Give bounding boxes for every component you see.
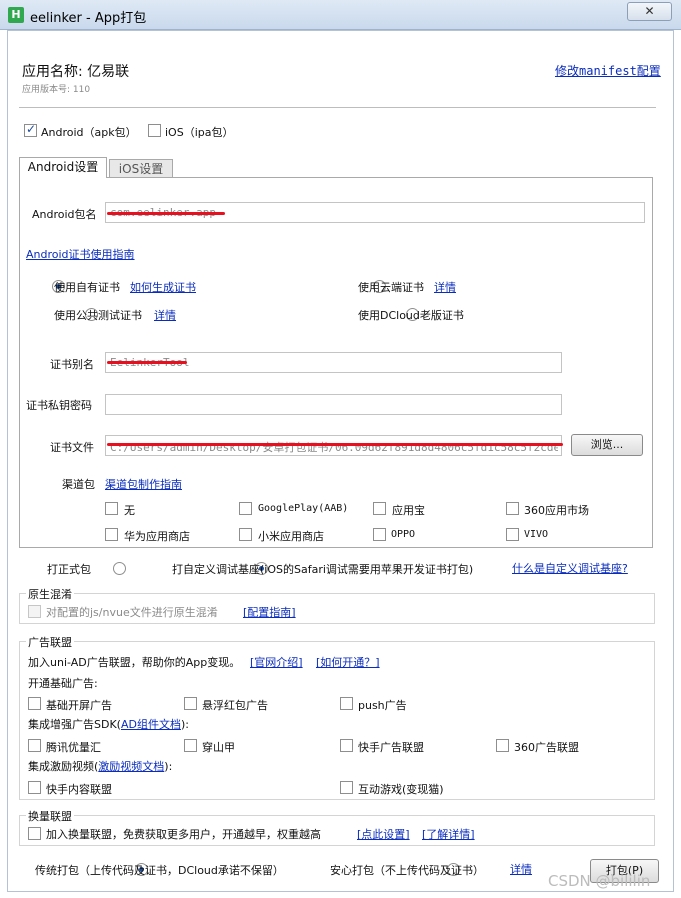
dcloud-old-cert-label: 使用DCloud老版证书 xyxy=(358,309,464,322)
tencent-ad-label: 腾讯优量汇 xyxy=(46,741,101,754)
channel-checkbox-xiaomi[interactable] xyxy=(239,528,252,541)
channel-label-huawei: 华为应用商店 xyxy=(124,530,190,543)
close-button[interactable]: ✕ xyxy=(627,2,672,21)
kuaishou-content-label: 快手内容联盟 xyxy=(46,783,112,796)
channel-guide-link[interactable]: 渠道包制作指南 xyxy=(105,476,182,492)
interactive-game-label: 互动游戏(变现猫) xyxy=(358,783,444,796)
cloud-cert-detail-link[interactable]: 详情 xyxy=(434,279,456,295)
push-ad-checkbox[interactable] xyxy=(340,697,353,710)
channel-label-vivo: VIVO xyxy=(524,529,549,540)
channel-checkbox-none[interactable] xyxy=(105,502,118,515)
enhanced-sdk-suffix: ): xyxy=(180,718,189,731)
ad-component-doc-link[interactable]: AD组件文档 xyxy=(121,718,181,731)
how-to-generate-cert-link[interactable]: 如何生成证书 xyxy=(130,279,196,295)
interactive-game-checkbox[interactable] xyxy=(340,781,353,794)
basic-ads-title: 开通基础广告: xyxy=(28,677,98,690)
android-checkbox[interactable] xyxy=(24,122,37,137)
secure-pack-label: 安心打包（不上传代码及证书） xyxy=(330,864,484,877)
cert-file-label: 证书文件 xyxy=(50,441,94,454)
package-name-label: Android包名 xyxy=(32,208,97,221)
pangle-ad-checkbox[interactable] xyxy=(184,739,197,752)
redaction-mark xyxy=(107,361,187,364)
channel-label-360: 360应用市场 xyxy=(524,504,589,517)
enhanced-sdk-title: 集成增强广告SDK(AD组件文档): xyxy=(28,716,189,732)
what-is-custom-debug-link[interactable]: 什么是自定义调试基座? xyxy=(512,560,628,576)
exchange-settings-link[interactable]: [点此设置] xyxy=(357,826,410,842)
channel-checkbox-oppo[interactable] xyxy=(373,528,386,541)
channel-label-yingyongbao: 应用宝 xyxy=(392,504,425,517)
traditional-pack-label: 传统打包（上传代码及证书，DCloud承诺不保留） xyxy=(35,864,284,877)
channel-label-oppo: OPPO xyxy=(391,529,416,540)
secure-pack-detail-link[interactable]: 详情 xyxy=(510,861,532,877)
float-redpack-checkbox[interactable] xyxy=(184,697,197,710)
kuaishou-content-checkbox[interactable] xyxy=(28,781,41,794)
exchange-details-link[interactable]: [了解详情] xyxy=(422,826,475,842)
channel-checkbox-360[interactable] xyxy=(506,502,519,515)
exchange-alliance-checkbox[interactable] xyxy=(28,827,41,840)
browse-button[interactable]: 浏览... xyxy=(571,434,643,456)
redaction-mark xyxy=(107,443,563,446)
app-version: 应用版本号: 110 xyxy=(22,85,91,95)
exchange-alliance-title: 换量联盟 xyxy=(26,808,74,824)
obfuscation-title: 原生混淆 xyxy=(26,586,74,602)
channel-checkbox-vivo[interactable] xyxy=(506,528,519,541)
release-build-label: 打正式包 xyxy=(47,563,91,576)
cert-alias-label: 证书别名 xyxy=(50,358,94,371)
reward-video-prefix: 集成激励视频( xyxy=(28,760,99,773)
enhanced-sdk-prefix: 集成增强广告SDK( xyxy=(28,718,121,731)
android-label: Android（apk包） xyxy=(41,126,137,139)
edit-manifest-link[interactable]: 修改manifest配置 xyxy=(555,62,661,79)
channel-label-xiaomi: 小米应用商店 xyxy=(258,530,324,543)
kuaishou-ad-label: 快手广告联盟 xyxy=(358,741,424,754)
channel-checkbox-googleplay[interactable] xyxy=(239,502,252,515)
float-redpack-label: 悬浮红包广告 xyxy=(202,699,268,712)
ad360-label: 360广告联盟 xyxy=(514,741,579,754)
public-test-cert-label: 使用公共测试证书 xyxy=(54,309,142,322)
push-ad-label: push广告 xyxy=(358,699,407,712)
cert-file-value: C:/Users/admin/Desktop/安卓打包证书/06.09d62f8… xyxy=(110,441,558,453)
obfuscation-checkbox[interactable] xyxy=(28,605,41,618)
tencent-ad-checkbox[interactable] xyxy=(28,739,41,752)
channel-label-googleplay: GooglePlay(AAB) xyxy=(258,503,349,514)
channel-checkbox-huawei[interactable] xyxy=(105,528,118,541)
ad-alliance-title: 广告联盟 xyxy=(26,634,74,650)
cert-password-field[interactable] xyxy=(105,394,562,415)
obfuscation-label: 对配置的js/nvue文件进行原生混淆 xyxy=(46,606,218,619)
ios-checkbox[interactable] xyxy=(148,124,161,137)
app-logo-icon: H xyxy=(8,7,24,23)
channel-label-none: 无 xyxy=(124,504,135,517)
tab-ios-settings[interactable]: iOS设置 xyxy=(109,159,173,177)
ad360-checkbox[interactable] xyxy=(496,739,509,752)
cloud-cert-label: 使用云端证书 xyxy=(358,281,424,294)
redaction-mark xyxy=(107,212,225,215)
ad-how-to-open-link[interactable]: [如何开通？] xyxy=(316,654,380,670)
header-divider xyxy=(19,107,656,108)
channel-checkbox-yingyongbao[interactable] xyxy=(373,502,386,515)
kuaishou-ad-checkbox[interactable] xyxy=(340,739,353,752)
tab-android-settings[interactable]: Android设置 xyxy=(19,157,107,178)
ad-official-intro-link[interactable]: [官网介绍] xyxy=(250,654,303,670)
reward-video-title: 集成激励视频(激励视频文档): xyxy=(28,758,172,774)
ad-alliance-intro: 加入uni-AD广告联盟，帮助你的App变现。 xyxy=(28,656,241,669)
exchange-alliance-label: 加入换量联盟，免费获取更多用户，开通越早，权重越高 xyxy=(46,828,321,841)
public-cert-detail-link[interactable]: 详情 xyxy=(154,307,176,323)
cert-password-label: 证书私钥密码 xyxy=(26,399,92,412)
reward-video-doc-link[interactable]: 激励视频文档 xyxy=(98,760,164,773)
obfuscation-guide-link[interactable]: [配置指南] xyxy=(243,604,296,620)
android-cert-guide-link[interactable]: Android证书使用指南 xyxy=(26,246,135,262)
reward-video-suffix: ): xyxy=(164,760,173,773)
pangle-ad-label: 穿山甲 xyxy=(202,741,235,754)
splash-ad-checkbox[interactable] xyxy=(28,697,41,710)
own-cert-label: 使用自有证书 xyxy=(54,281,120,294)
csdn-watermark: CSDN @bililin xyxy=(548,872,651,890)
app-name: 应用名称: 亿易联 xyxy=(22,64,130,80)
ios-label: iOS（ipa包） xyxy=(165,126,234,139)
window-title: eelinker - App打包 xyxy=(30,11,147,26)
splash-ad-label: 基础开屏广告 xyxy=(46,699,112,712)
channel-label: 渠道包 xyxy=(62,478,95,491)
custom-debug-base-label: 打自定义调试基座(iOS的Safari调试需要用苹果开发证书打包) xyxy=(172,563,474,576)
